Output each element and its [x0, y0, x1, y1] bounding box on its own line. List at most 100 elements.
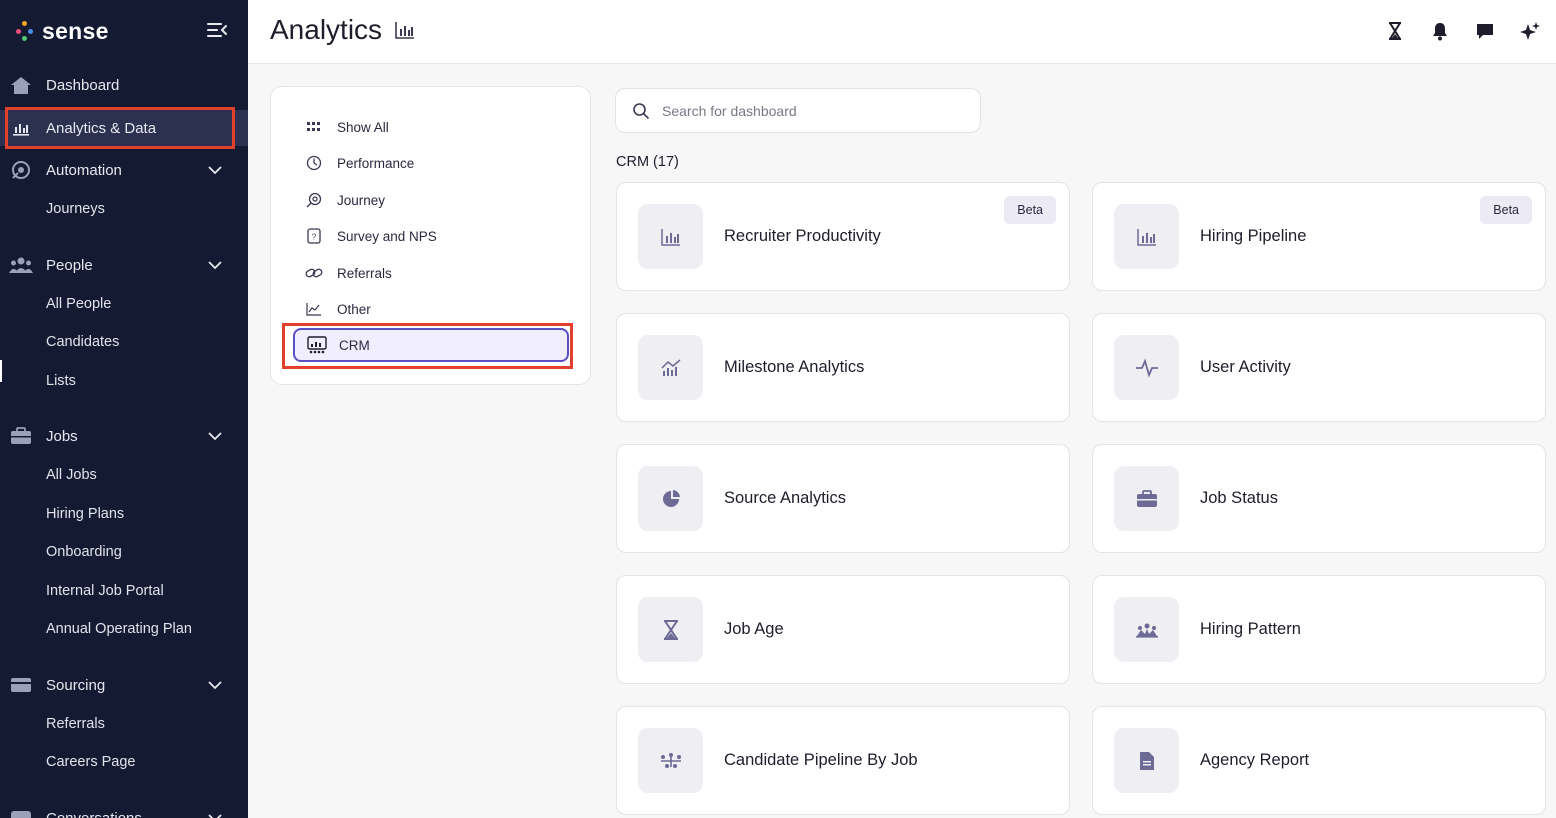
bar-chart-icon	[9, 116, 33, 140]
document-icon	[1139, 751, 1154, 770]
filter-survey-nps[interactable]: ? Survey and NPS	[305, 223, 565, 249]
sidebar-subitem-journeys[interactable]: Journeys	[46, 201, 105, 217]
chat-icon[interactable]	[1474, 20, 1496, 42]
link-icon	[305, 264, 323, 282]
bar-chart-icon	[395, 22, 414, 39]
svg-text:?: ?	[312, 233, 317, 242]
sidebar-subitem-annual-operating-plan[interactable]: Annual Operating Plan	[46, 621, 192, 637]
sidebar-subitem-hiring-plans[interactable]: Hiring Plans	[46, 506, 124, 522]
dashboard-name: User Activity	[1200, 358, 1291, 376]
sidebar-subitem-careers-page[interactable]: Careers Page	[46, 754, 135, 770]
search-input[interactable]	[662, 102, 962, 119]
dashboard-card-user-activity[interactable]: User Activity	[1092, 313, 1546, 422]
sidebar-item-sourcing[interactable]: Sourcing	[0, 667, 248, 703]
sidebar-item-jobs[interactable]: Jobs	[0, 418, 248, 454]
bar-chart-icon	[1136, 228, 1156, 246]
pie-chart-icon	[662, 489, 680, 507]
dashboard-card-recruiter-productivity[interactable]: Recruiter Productivity Beta	[616, 182, 1070, 291]
filter-other[interactable]: Other	[305, 296, 565, 322]
dashboard-name: Milestone Analytics	[724, 358, 865, 376]
dashboard-name: Candidate Pipeline By Job	[724, 751, 918, 769]
search-icon	[633, 102, 649, 119]
sidebar: sense Dashboard Analytics & Data Automat…	[0, 0, 248, 818]
sidebar-item-dashboard[interactable]: Dashboard	[0, 67, 248, 103]
sidebar-subitem-all-jobs[interactable]: All Jobs	[46, 467, 97, 483]
sidebar-item-label: Dashboard	[46, 76, 120, 94]
sidebar-item-automation[interactable]: Automation	[0, 152, 248, 188]
sidebar-subitem-lists[interactable]: Lists	[46, 373, 76, 389]
chevron-down-icon	[208, 814, 222, 818]
filter-referrals[interactable]: Referrals	[305, 260, 565, 286]
filter-label: Show All	[337, 119, 389, 135]
dashboard-name: Job Status	[1200, 489, 1278, 507]
sparkle-icon[interactable]	[1519, 20, 1541, 42]
chevron-down-icon	[208, 681, 222, 690]
brand-name: sense	[42, 17, 109, 44]
dashboard-card-hiring-pipeline[interactable]: Hiring Pipeline Beta	[1092, 182, 1546, 291]
sidebar-item-label: Jobs	[46, 427, 78, 445]
filter-label: CRM	[339, 337, 370, 353]
grid-icon	[305, 118, 323, 136]
filter-journey[interactable]: Journey	[305, 187, 565, 213]
pipeline-icon	[660, 752, 681, 768]
dashboard-name: Agency Report	[1200, 751, 1310, 769]
page-title: Analytics	[270, 14, 383, 45]
pulse-icon	[1135, 357, 1158, 378]
sense-logo-icon	[16, 21, 34, 41]
sidebar-item-label: Sourcing	[46, 676, 106, 694]
section-heading: CRM (17)	[616, 154, 679, 170]
journey-icon	[305, 191, 323, 209]
dashboard-name: Recruiter Productivity	[724, 227, 881, 245]
sidebar-item-people[interactable]: People	[0, 247, 248, 283]
chevron-down-icon	[208, 166, 222, 175]
sidebar-subitem-referrals[interactable]: Referrals	[46, 716, 105, 732]
line-chart-icon	[305, 300, 323, 318]
bell-icon[interactable]	[1429, 20, 1451, 42]
dashboard-name: Source Analytics	[724, 489, 846, 507]
conversations-icon	[9, 806, 33, 818]
chevron-down-icon	[208, 432, 222, 441]
bar-chart-icon	[660, 228, 680, 246]
collapse-sidebar-icon[interactable]	[206, 20, 228, 40]
filter-label: Other	[337, 301, 371, 317]
sidebar-subitem-internal-job-portal[interactable]: Internal Job Portal	[46, 583, 164, 599]
dashboard-card-hiring-pattern[interactable]: Hiring Pattern	[1092, 575, 1546, 684]
sidebar-item-conversations[interactable]: Conversations	[0, 800, 248, 818]
sidebar-item-label: People	[46, 256, 93, 274]
filter-label: Referrals	[337, 265, 392, 281]
briefcase-icon	[1136, 489, 1157, 507]
hourglass-icon[interactable]	[1384, 20, 1406, 42]
filter-label: Performance	[337, 155, 415, 171]
filter-performance[interactable]: Performance	[305, 150, 565, 176]
page-header: Analytics	[248, 0, 1556, 64]
people-icon	[9, 253, 33, 277]
dashboard-name: Job Age	[724, 620, 784, 638]
dashboard-card-milestone-analytics[interactable]: Milestone Analytics	[616, 313, 1070, 422]
sidebar-item-label: Analytics & Data	[46, 119, 157, 137]
dashboard-card-candidate-pipeline-by-job[interactable]: Candidate Pipeline By Job	[616, 706, 1070, 815]
sidebar-item-analytics[interactable]: Analytics & Data	[0, 110, 248, 146]
dashboard-card-job-age[interactable]: Job Age	[616, 575, 1070, 684]
dashboard-card-job-status[interactable]: Job Status	[1092, 444, 1546, 553]
sidebar-item-label: Conversations	[46, 809, 142, 818]
sidebar-subitem-onboarding[interactable]: Onboarding	[46, 544, 122, 560]
dashboard-card-source-analytics[interactable]: Source Analytics	[616, 444, 1070, 553]
scroll-marker	[0, 360, 2, 382]
dashboard-name: Hiring Pipeline	[1200, 227, 1307, 245]
automation-icon	[9, 158, 33, 182]
survey-icon: ?	[305, 227, 323, 245]
filter-label: Journey	[337, 192, 386, 208]
gauge-icon	[305, 154, 323, 172]
dashboard-card-agency-report[interactable]: Agency Report	[1092, 706, 1546, 815]
filter-label: Survey and NPS	[337, 228, 437, 244]
trend-chart-icon	[660, 358, 680, 376]
filter-crm[interactable]: CRM	[293, 328, 569, 362]
filter-show-all[interactable]: Show All	[305, 114, 565, 140]
sidebar-subitem-all-people[interactable]: All People	[46, 296, 111, 312]
briefcase-icon	[9, 424, 33, 448]
sidebar-subitem-candidates[interactable]: Candidates	[46, 334, 119, 350]
search-box	[615, 88, 981, 133]
beta-badge: Beta	[1004, 196, 1056, 224]
hiring-pattern-icon	[1135, 623, 1158, 638]
sourcing-icon	[9, 673, 33, 697]
